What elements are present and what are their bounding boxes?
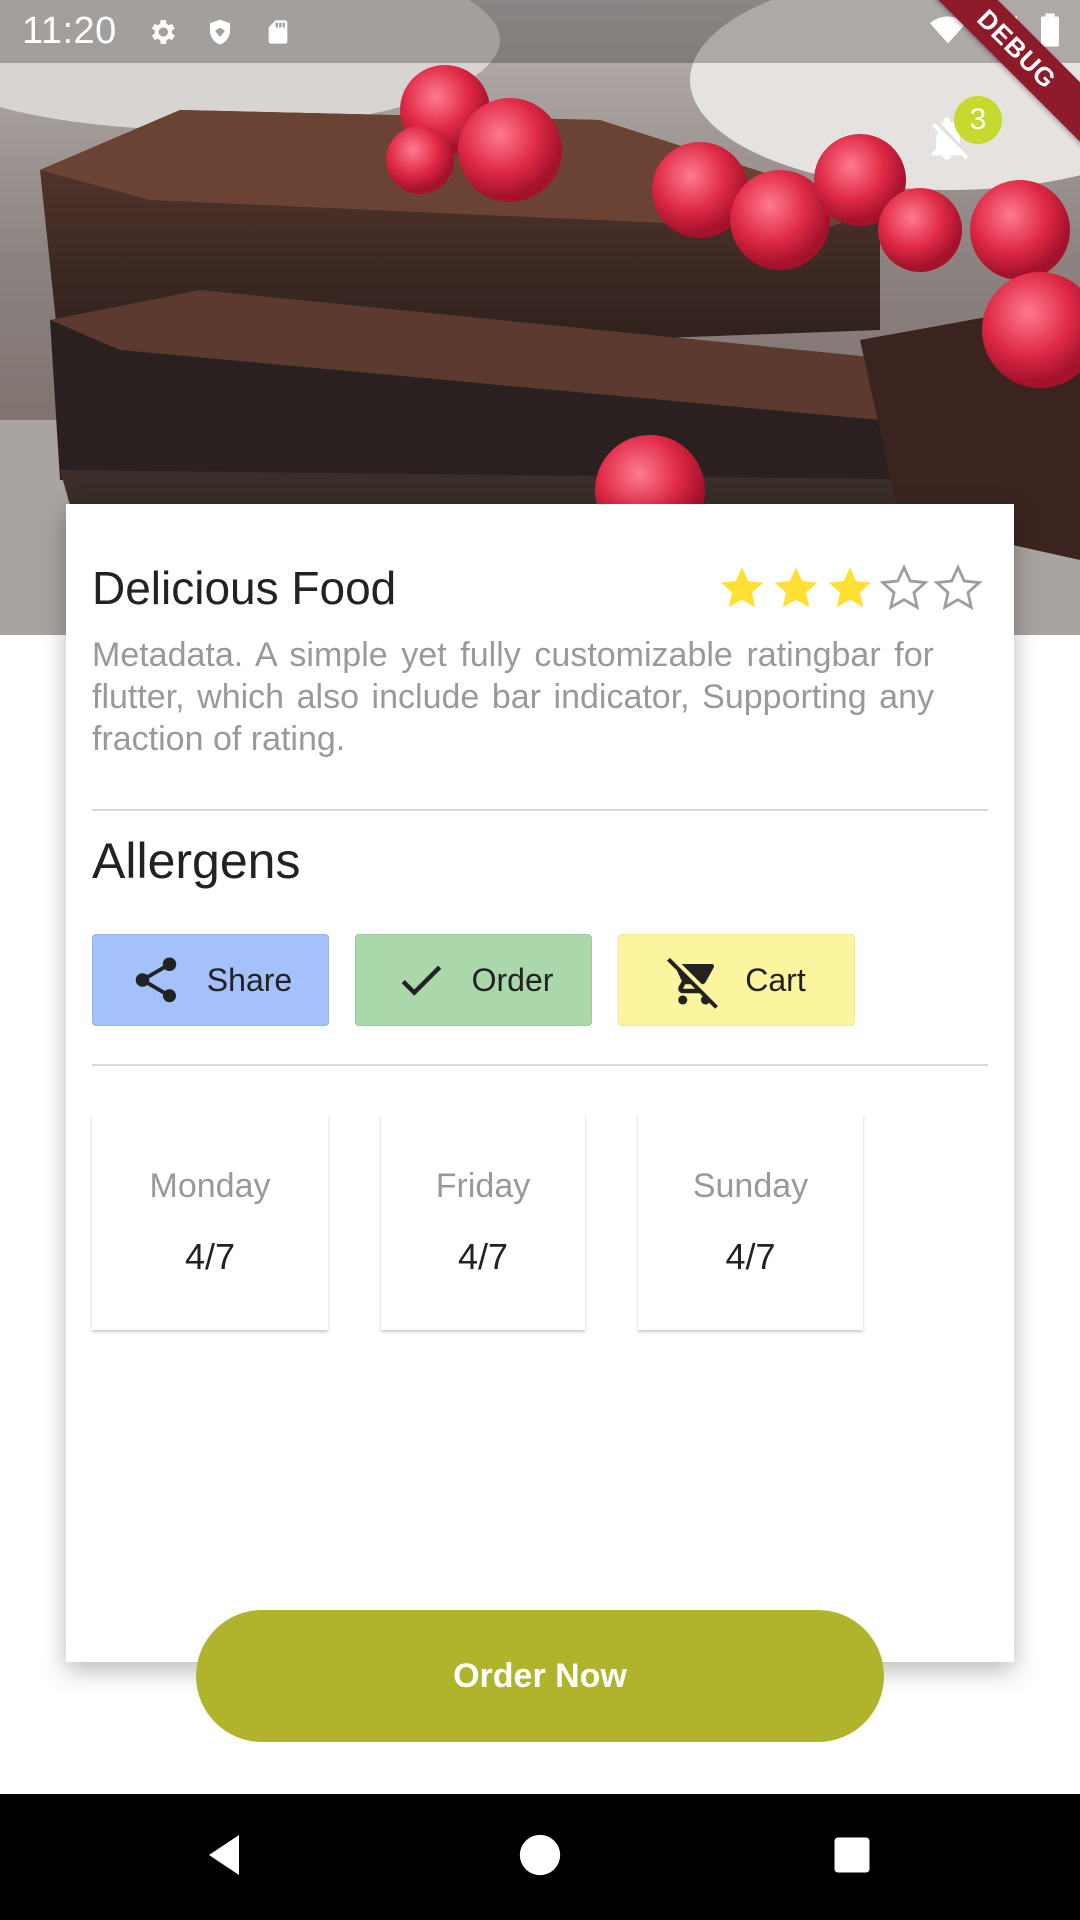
day-value: 4/7 [725,1235,776,1277]
shield-icon [203,15,237,49]
order-button[interactable]: Order [355,934,592,1026]
navigation-bar [0,1794,1080,1920]
rating-bar[interactable] [716,562,984,614]
title-row: Delicious Food [92,554,988,622]
cart-button[interactable]: Cart [618,934,855,1026]
share-label: Share [206,961,293,998]
day-value: 4/7 [457,1235,509,1277]
home-button[interactable] [509,1826,571,1888]
share-icon [129,953,183,1007]
status-bar: 11:20 [0,0,1080,63]
food-title: Delicious Food [92,562,397,614]
day-card: Monday 4/7 [92,1114,328,1330]
share-button[interactable]: Share [92,934,329,1026]
gear-icon [145,15,179,49]
cart-label: Cart [745,961,806,998]
food-card: Delicious Food Metadata. A simple yet fu… [66,504,1014,1662]
star-filled-icon[interactable] [824,562,876,614]
day-card: Sunday 4/7 [638,1114,863,1330]
recents-icon [831,1834,873,1881]
notification-badge: 3 [954,96,1002,144]
day-cards: Monday 4/7 Friday 4/7 Sunday 4/7 [92,1114,863,1330]
star-filled-icon[interactable] [770,562,822,614]
remove-shopping-cart-icon [667,953,721,1009]
divider [92,1064,988,1066]
order-now-button[interactable]: Order Now [196,1610,884,1742]
action-buttons: Share Order Cart [92,934,855,1026]
back-button[interactable] [194,1826,256,1888]
status-time: 11:20 [22,10,117,52]
day-name: Sunday [692,1166,809,1205]
section-title: Allergens [92,833,301,889]
recents-button[interactable] [821,1826,883,1888]
sd-card-icon [261,15,295,49]
day-value: 4/7 [184,1235,236,1277]
order-label: Order [471,961,554,998]
day-card: Friday 4/7 [381,1114,585,1330]
day-name: Monday [149,1166,271,1205]
divider [92,809,988,811]
back-icon [201,1830,249,1885]
food-description: Metadata. A simple yet fully customizabl… [92,636,934,758]
star-filled-icon[interactable] [716,562,768,614]
star-empty-icon[interactable] [932,562,984,614]
screen: 11:20 DEBUG 3 Delicious Food Metadata. A… [0,0,1080,1920]
home-icon [518,1833,562,1882]
star-empty-icon[interactable] [878,562,930,614]
check-icon [394,953,448,1007]
day-name: Friday [435,1166,531,1205]
